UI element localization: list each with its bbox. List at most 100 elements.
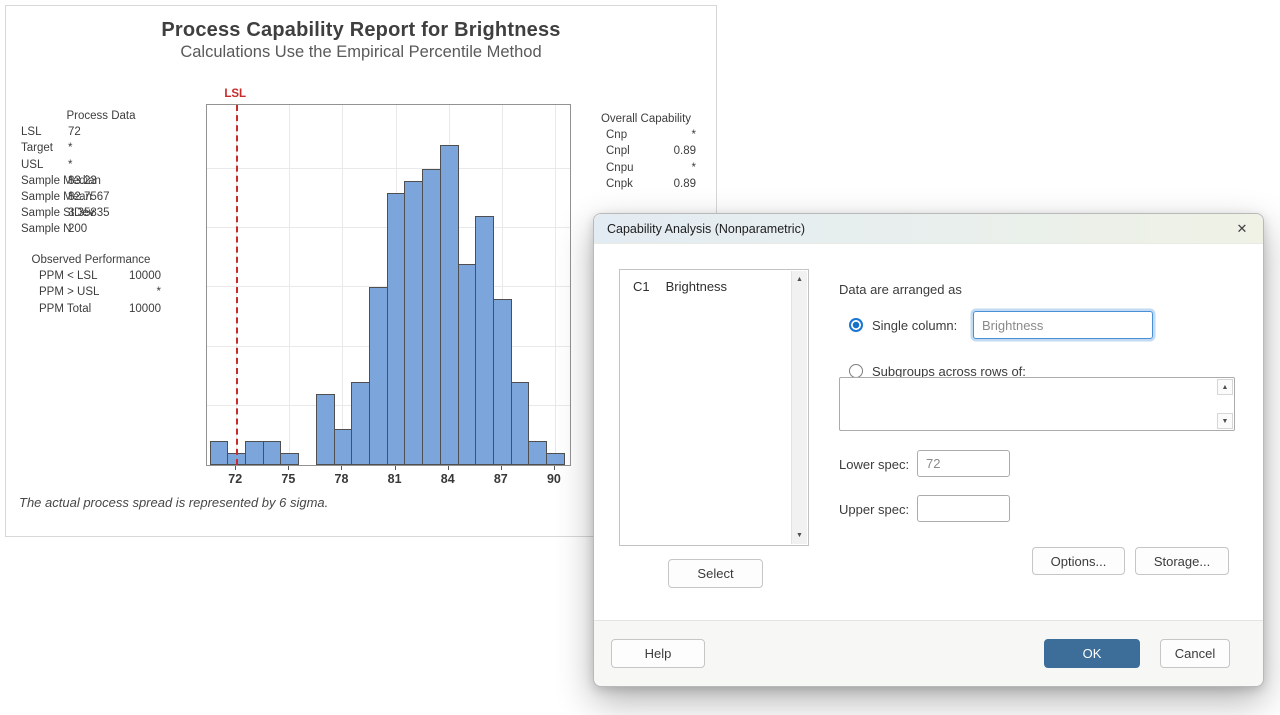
x-tick-label: 90 [547, 472, 561, 486]
x-tick-label: 87 [494, 472, 508, 486]
stat-row: Cnpl0.89 [596, 143, 696, 159]
stat-value: 10000 [129, 268, 161, 284]
lower-spec-label: Lower spec: [839, 457, 909, 472]
lsl-line [236, 105, 238, 465]
stat-row: Cnpu * [596, 160, 696, 176]
upper-spec-input[interactable] [917, 495, 1010, 522]
stat-label: PPM < LSL [39, 268, 98, 284]
scroll-down-icon[interactable]: ▼ [1217, 413, 1233, 429]
stat-label: Cnpk [606, 176, 633, 192]
stat-row: PPM < LSL 10000 [21, 268, 161, 284]
stat-value: 3.35835 [68, 205, 110, 221]
x-tick-label: 84 [441, 472, 455, 486]
column-listbox[interactable]: C1 Brightness ▲ ▼ [619, 269, 809, 546]
cancel-button[interactable]: Cancel [1160, 639, 1230, 668]
histogram-bar [334, 429, 353, 465]
column-name: Brightness [666, 279, 727, 294]
stat-label: Cnpl [606, 143, 630, 159]
stat-label: Sample N [21, 221, 68, 237]
stat-label: Sample Mean [21, 189, 68, 205]
scroll-up-icon[interactable]: ▲ [1217, 379, 1233, 395]
stat-row: USL* [21, 157, 181, 173]
x-tick [235, 466, 236, 470]
stat-label: USL [21, 157, 68, 173]
stat-value: * [68, 157, 72, 173]
help-button[interactable]: Help [611, 639, 705, 668]
subgroups-radio[interactable] [849, 364, 863, 378]
single-column-input[interactable] [973, 311, 1153, 339]
capability-analysis-dialog: Capability Analysis (Nonparametric) ✕ C1… [593, 213, 1264, 687]
upper-spec-label: Upper spec: [839, 502, 909, 517]
histogram-plot [206, 104, 571, 466]
x-tick-label: 78 [335, 472, 349, 486]
histogram-wrap: LSL [206, 104, 571, 466]
stat-row: Cnpk 0.89 [596, 176, 696, 192]
stat-row: Sample N200 [21, 221, 181, 237]
close-icon[interactable]: ✕ [1221, 214, 1263, 244]
stat-value: 0.89 [674, 176, 696, 192]
histogram-bar [404, 181, 423, 465]
dialog-title: Capability Analysis (Nonparametric) [607, 222, 805, 236]
process-data-title: Process Data [21, 108, 181, 124]
histogram-bar [316, 394, 335, 465]
scroll-up-icon[interactable]: ▲ [792, 272, 807, 287]
observed-performance-title: Observed Performance [21, 252, 161, 268]
x-tick [501, 466, 502, 470]
stat-value: * [157, 284, 161, 300]
x-tick [554, 466, 555, 470]
stat-label: Cnp [606, 127, 627, 143]
histogram-bar [245, 441, 264, 465]
histogram-bar [493, 299, 512, 465]
lsl-label: LSL [224, 88, 246, 100]
histogram-bar [210, 441, 229, 465]
histogram-bar [511, 382, 530, 465]
stat-label: LSL [21, 124, 68, 140]
single-column-label: Single column: [872, 318, 957, 333]
x-gridline [555, 105, 556, 465]
stat-row: LSL72 [21, 124, 181, 140]
report-footnote: The actual process spread is represented… [19, 495, 328, 510]
stat-row: Sample Mean82.7567 [21, 189, 181, 205]
stat-label: Sample StDev [21, 205, 68, 221]
scroll-down-icon[interactable]: ▼ [792, 528, 807, 543]
stat-value: * [68, 140, 72, 156]
histogram-bar [528, 441, 547, 465]
stat-row: Target* [21, 140, 181, 156]
subgroups-scrollbar[interactable]: ▲ ▼ [1217, 379, 1233, 429]
dialog-titlebar[interactable]: Capability Analysis (Nonparametric) ✕ [594, 214, 1263, 244]
stat-value: * [692, 127, 696, 143]
select-button[interactable]: Select [668, 559, 763, 588]
x-tick-label: 75 [281, 472, 295, 486]
report-title: Process Capability Report for Brightness [6, 19, 716, 42]
x-tick [288, 466, 289, 470]
histogram-x-axis: 72757881848790 [206, 466, 571, 490]
histogram-bar [369, 287, 388, 465]
stat-row: Sample Median83.23 [21, 173, 181, 189]
stat-value: * [692, 160, 696, 176]
storage-button[interactable]: Storage... [1135, 547, 1229, 575]
stat-value: 82.7567 [68, 189, 110, 205]
overall-capability-panel: Overall Capability Cnp* Cnpl0.89 Cnpu* C… [596, 111, 696, 192]
stat-label: Cnpu [606, 160, 634, 176]
ok-button[interactable]: OK [1044, 639, 1140, 668]
arranged-as-label: Data are arranged as [839, 282, 962, 297]
histogram-bar [440, 145, 459, 465]
stat-row: PPM Total10000 [21, 301, 161, 317]
list-item-brightness[interactable]: C1 Brightness [620, 270, 808, 294]
x-gridline [289, 105, 290, 465]
x-tick-label: 81 [388, 472, 402, 486]
process-data-panel: Process Data LSL72 Target* USL* Sample M… [21, 108, 181, 238]
stat-value: 83.23 [68, 173, 97, 189]
subgroups-input[interactable]: ▲ ▼ [839, 377, 1235, 431]
x-tick [341, 466, 342, 470]
stat-label: PPM > USL [39, 284, 99, 300]
overall-capability-title: Overall Capability [596, 111, 696, 127]
options-button[interactable]: Options... [1032, 547, 1125, 575]
x-gridline [342, 105, 343, 465]
stat-row: Cnp * [596, 127, 696, 143]
listbox-scrollbar[interactable]: ▲ ▼ [791, 271, 807, 544]
x-tick [395, 466, 396, 470]
single-column-radio[interactable] [849, 318, 863, 332]
lower-spec-input[interactable] [917, 450, 1010, 477]
stat-label: PPM Total [39, 301, 91, 317]
